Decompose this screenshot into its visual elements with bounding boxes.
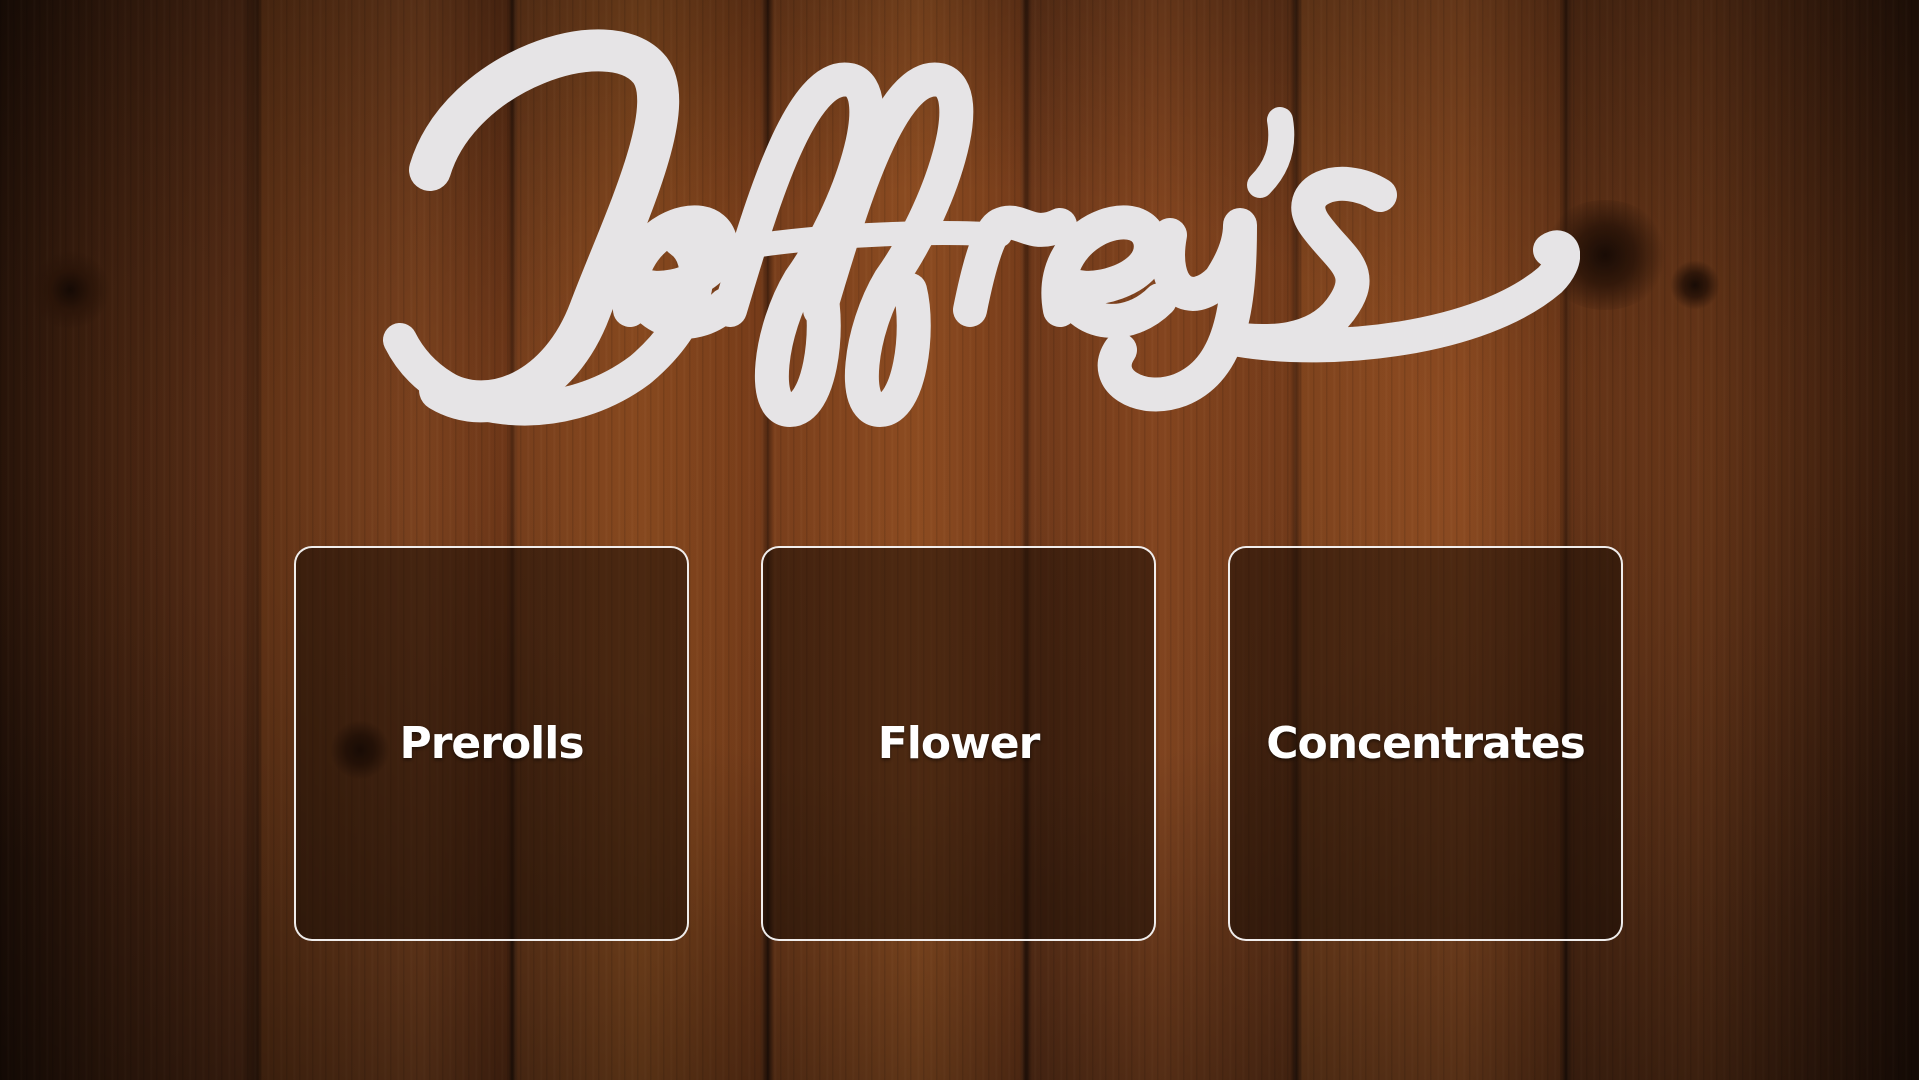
kiosk-screen: Prerolls Flower Concentrates	[0, 0, 1919, 1080]
brand-logo	[0, 0, 1919, 440]
category-tile-prerolls[interactable]: Prerolls	[294, 546, 689, 941]
category-tile-concentrates[interactable]: Concentrates	[1228, 546, 1623, 941]
category-label-flower: Flower	[877, 718, 1041, 769]
category-label-concentrates: Concentrates	[1266, 718, 1586, 769]
jeffreys-logo-script	[383, 29, 1580, 427]
category-label-prerolls: Prerolls	[399, 718, 584, 769]
category-tile-flower[interactable]: Flower	[761, 546, 1156, 941]
